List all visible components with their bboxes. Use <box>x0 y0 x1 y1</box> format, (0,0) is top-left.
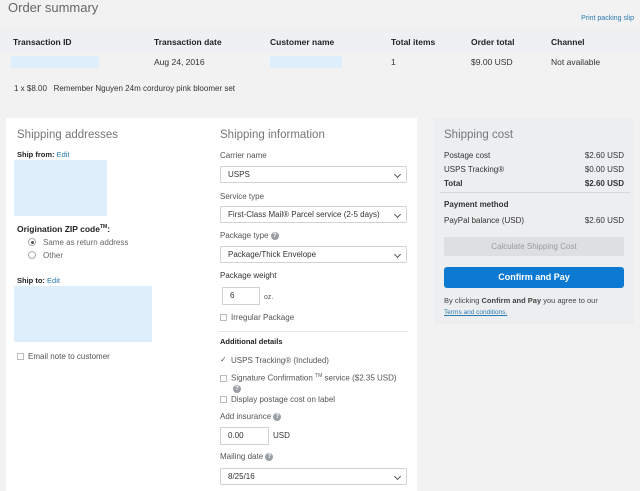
shipping-information-title: Shipping information <box>220 129 325 141</box>
display-cost-checkbox[interactable] <box>220 396 227 403</box>
radio-same-as-return[interactable] <box>28 238 36 246</box>
col-customer-name: Customer name <box>270 37 335 47</box>
col-transaction-date: Transaction date <box>154 37 222 47</box>
chevron-down-icon <box>393 250 402 259</box>
insurance-input[interactable]: 0.00 <box>220 427 269 445</box>
postage-cost-label: Postage cost <box>444 151 491 160</box>
channel: Not available <box>551 57 601 67</box>
ship-to-label: Ship to: Edit <box>17 276 60 285</box>
tracking-label: USPS Tracking® (Included) <box>231 356 329 365</box>
help-icon[interactable]: ? <box>265 452 274 461</box>
order-item-line: 1 x $8.00 Remember Nguyen 24m corduroy p… <box>14 84 235 93</box>
package-select[interactable]: Package/Thick Envelope <box>220 246 407 263</box>
weight-unit: oz. <box>264 294 274 301</box>
agreement-text: By clicking Confirm and Pay you agree to… <box>444 296 598 305</box>
divider <box>218 331 408 332</box>
total-label: Total <box>444 179 463 188</box>
signature-label: Signature Confirmation TM service ($2.35… <box>231 373 397 383</box>
ship-from-address-redacted <box>14 160 107 216</box>
check-icon: ✓ <box>220 355 227 364</box>
tracking-cost-label: USPS Tracking® <box>444 165 505 174</box>
chevron-down-icon <box>393 210 402 219</box>
radio-other[interactable] <box>28 251 36 259</box>
signature-checkbox[interactable] <box>220 375 227 382</box>
ship-from-label: Ship from: Edit <box>17 150 70 159</box>
col-total-items: Total items <box>391 37 436 47</box>
terms-link[interactable]: Terms and conditions. <box>444 309 507 316</box>
display-cost-label: Display postage cost on label <box>231 395 336 404</box>
ship-from-edit-link[interactable]: Edit <box>57 150 70 159</box>
weight-label: Package weight <box>220 271 277 280</box>
radio-other-label: Other <box>43 251 64 260</box>
total-value: $2.60 USD <box>584 179 624 188</box>
additional-details-title: Additional details <box>220 337 283 346</box>
weight-input[interactable]: 6 <box>222 287 260 305</box>
origination-zip-label: Origination ZIP codeTM: <box>17 224 111 234</box>
help-icon[interactable]: ? <box>233 385 241 393</box>
page-title: Order summary <box>8 0 99 15</box>
confirm-and-pay-button[interactable]: Confirm and Pay <box>444 267 624 288</box>
mailing-date-select[interactable]: 8/25/16 <box>220 468 407 485</box>
carrier-select[interactable]: USPS <box>220 166 407 183</box>
insurance-label: Add insurance ? <box>220 412 282 421</box>
chevron-down-icon <box>393 472 402 481</box>
print-packing-slip-link[interactable]: Print packing slip <box>581 15 634 22</box>
package-value: Package/Thick Envelope <box>228 250 317 259</box>
mailing-date-value: 8/25/16 <box>228 472 255 481</box>
carrier-label: Carrier name <box>220 151 267 160</box>
carrier-value: USPS <box>228 170 250 179</box>
shipping-addresses-title: Shipping addresses <box>17 129 119 141</box>
transaction-id-redacted[interactable] <box>11 56 99 68</box>
divider <box>440 192 630 193</box>
ship-to-edit-link[interactable]: Edit <box>47 276 60 285</box>
email-note-label: Email note to customer <box>28 352 110 361</box>
col-transaction-id: Transaction ID <box>13 37 72 47</box>
ship-to-address-redacted <box>14 286 152 342</box>
postage-cost-value: $2.60 USD <box>584 151 624 160</box>
insurance-unit: USD <box>273 431 290 440</box>
package-type-label: Package type ? <box>220 231 279 240</box>
shipping-cost-title: Shipping cost <box>444 129 514 141</box>
chevron-down-icon <box>393 170 402 179</box>
transaction-date: Aug 24, 2016 <box>154 57 205 67</box>
service-select[interactable]: First-Class Mail® Parcel service (2-5 da… <box>220 206 407 223</box>
mailing-date-label: Mailing date ? <box>220 452 274 461</box>
irregular-package-checkbox[interactable] <box>220 314 227 321</box>
service-label: Service type <box>220 192 265 201</box>
tracking-cost-value: $0.00 USD <box>584 165 624 174</box>
paypal-balance-value: $2.60 USD <box>584 216 624 225</box>
order-total: $9.00 USD <box>471 57 513 67</box>
col-channel: Channel <box>551 37 585 47</box>
irregular-package-label: Irregular Package <box>231 313 295 322</box>
payment-method-title: Payment method <box>444 200 509 209</box>
help-icon[interactable]: ? <box>273 412 282 421</box>
col-order-total: Order total <box>471 37 515 47</box>
calculate-shipping-button[interactable]: Calculate Shipping Cost <box>444 237 624 256</box>
customer-name-redacted[interactable] <box>270 56 342 68</box>
radio-same-as-return-label: Same as return address <box>43 238 129 247</box>
help-icon[interactable]: ? <box>270 231 279 240</box>
email-note-checkbox[interactable] <box>17 353 24 360</box>
total-items: 1 <box>391 57 396 67</box>
paypal-balance-label: PayPal balance (USD) <box>444 216 525 225</box>
service-value: First-Class Mail® Parcel service (2-5 da… <box>228 210 380 219</box>
